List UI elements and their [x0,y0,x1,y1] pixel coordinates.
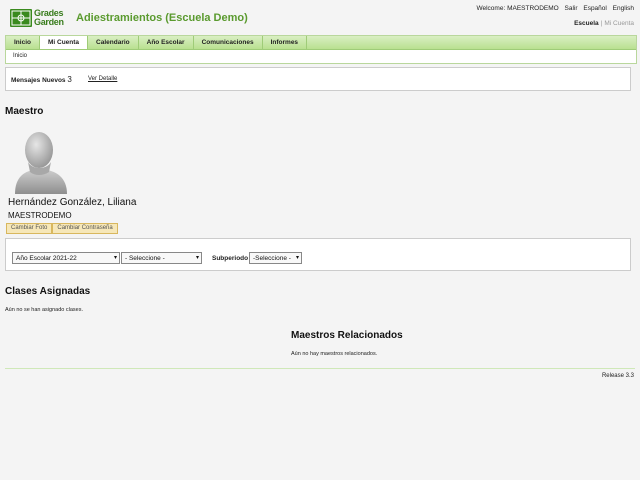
tab-ano-escolar[interactable]: Año Escolar [139,36,194,49]
change-password-button[interactable]: Cambiar Contraseña [52,223,118,234]
messages-count: 3 [67,75,72,84]
subperiod-select[interactable]: -Seleccione - ▾ [249,252,302,264]
english-link[interactable]: English [613,5,634,12]
grades-garden-logo-icon [10,9,32,27]
chevron-down-icon: ▾ [195,255,199,261]
person-silhouette-icon [15,132,67,194]
tab-comunicaciones[interactable]: Comunicaciones [194,36,263,49]
messages-label: Mensajes Nuevos 3 [11,75,72,84]
teacher-username: MAESTRODEMO [8,211,72,220]
messages-label-text: Mensajes Nuevos [11,77,66,84]
tab-mi-cuenta[interactable]: Mi Cuenta [39,36,89,49]
chevron-down-icon: ▾ [113,255,117,261]
period-value: - Seleccione - [125,255,165,262]
tab-inicio[interactable]: Inicio [6,36,40,49]
filters-panel: Año Escolar 2021-22 ▾ - Seleccione - ▾ S… [5,238,631,271]
view-details-link[interactable]: Ver Detalle [88,76,117,82]
messages-panel: Mensajes Nuevos 3 Ver Detalle [5,67,631,91]
school-link[interactable]: Escuela [574,20,599,27]
related-teachers-title: Maestros Relacionados [291,330,403,341]
chevron-down-icon: ▾ [295,255,299,261]
subnav-inicio[interactable]: Inicio [6,50,636,62]
school-links: Escuela | Mi Cuenta [574,20,634,27]
link-separator: | [600,20,603,27]
release-version: Release 3.3 [601,373,634,379]
logout-link[interactable]: Salir [565,5,578,12]
spanish-link[interactable]: Español [583,5,607,12]
welcome-text: Welcome: MAESTRODEMO [476,5,559,12]
logo-line-2: Garden [34,17,64,27]
change-photo-button[interactable]: Cambiar Foto [6,223,53,234]
profile-buttons: Cambiar Foto Cambiar Contraseña [6,223,118,234]
classes-section-title: Clases Asignadas [5,286,91,297]
tabs-filler [307,36,636,49]
grades-garden-logo: Grades Garden [9,8,64,28]
period-select[interactable]: - Seleccione - ▾ [121,252,202,264]
nav-tabs: Inicio Mi Cuenta Calendario Año Escolar … [6,36,636,50]
related-empty-text: Aún no hay maestros relacionados. [291,351,378,357]
my-account-link[interactable]: Mi Cuenta [604,20,634,27]
subperiod-value: -Seleccione - [253,255,291,262]
tab-informes[interactable]: Informes [263,36,308,49]
subperiod-label: Subperiodo [212,255,249,262]
teacher-name: Hernández González, Liliana [8,197,137,208]
app-title: Adiestramientos (Escuela Demo) [76,12,248,24]
school-year-value: Año Escolar 2021-22 [16,255,77,262]
tab-calendario[interactable]: Calendario [88,36,139,49]
teacher-section-title: Maestro [5,106,44,117]
school-year-select[interactable]: Año Escolar 2021-22 ▾ [12,252,120,264]
classes-empty-text: Aún no se han asignado clases. [5,307,83,313]
footer-divider [5,368,635,369]
top-links: Welcome: MAESTRODEMO Salir Español Engli… [472,5,634,12]
main-nav: Inicio Mi Cuenta Calendario Año Escolar … [5,35,637,64]
